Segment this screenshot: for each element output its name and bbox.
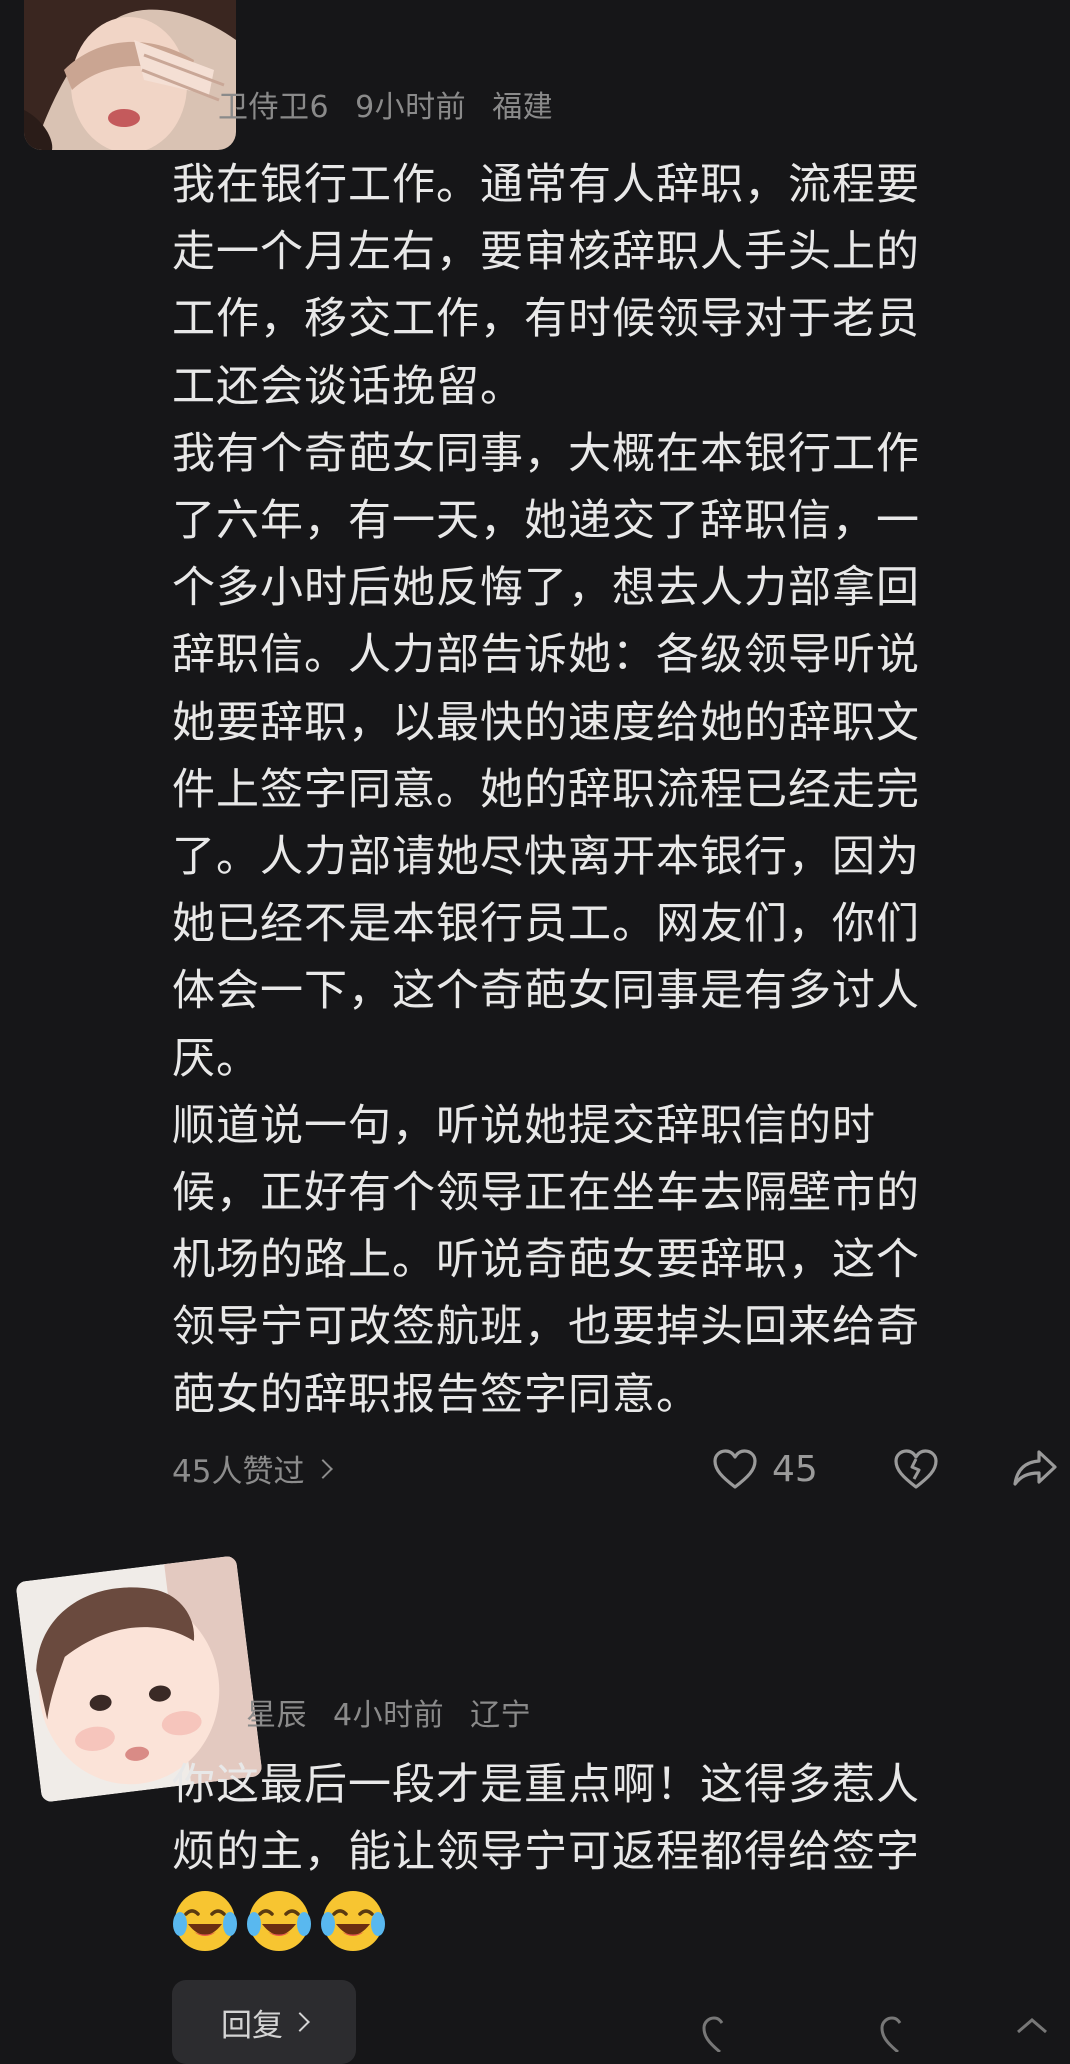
share-button[interactable] [1012,1448,1058,1488]
comment-meta: 卫侍卫6 9小时前 福建 [218,82,579,126]
text-line: 你这最后一段才是重点啊！这得多惹人 [172,1760,920,1810]
like-button[interactable]: 45 [712,1448,818,1490]
reply-label: 回复 [221,2007,283,2044]
partial-action-icons [702,2016,1047,2054]
chevron-right-icon [290,2012,310,2032]
text-line: 体会一下，这个奇葩女同事是有多讨人 [172,966,920,1017]
location: 福建 [492,90,554,125]
laughing-crying-emoji-icon [247,1891,311,1951]
username[interactable]: 卫侍卫6 [218,90,329,125]
text-line: 了六年，有一天，她递交了辞职信，一 [172,496,920,547]
avatar[interactable] [24,0,236,150]
dislike-button[interactable] [893,1448,939,1490]
location: 辽宁 [470,1698,532,1733]
text-line: 机场的路上。听说奇葩女要辞职，这个 [172,1235,920,1286]
timestamp: 9小时前 [355,90,467,125]
share-arrow-icon [1013,1450,1057,1486]
text-line: 厌。 [172,1033,260,1084]
comment-body: 我在银行工作。通常有人辞职，流程要 走一个月左右，要审核辞职人手头上的 工作，移… [172,152,920,1429]
text-line: 走一个月左右，要审核辞职人手头上的 [172,227,920,278]
text-line: 工还会谈话挽留。 [172,361,524,412]
timestamp: 4小时前 [333,1698,445,1733]
text-line: 领导宁可改签航班，也要掉头回来给奇 [172,1302,920,1353]
text-line: 我在银行工作。通常有人辞职，流程要 [172,160,920,210]
text-line: 辞职信。人力部告诉她：各级领导听说 [172,630,920,681]
comment-body: 你这最后一段才是重点啊！这得多惹人 烦的主，能让领导宁可返程都得给签字 [172,1752,920,1886]
comment-actions [700,2012,1070,2054]
text-line: 了。人力部请她尽快离开本银行，因为 [172,832,920,883]
text-line: 候，正好有个领导正在坐车去隔壁市的 [172,1168,920,1219]
text-line: 顺道说一句，听说她提交辞职信的时 [172,1100,876,1151]
text-line: 烦的主，能让领导宁可返程都得给签字 [172,1827,920,1878]
reply-button[interactable]: 回复 [172,1980,356,2064]
laughing-crying-emoji-icon [173,1891,237,1951]
text-line: 她要辞职，以最快的速度给她的辞职文 [172,697,920,748]
text-line: 我有个奇葩女同事，大概在本银行工作 [172,428,920,479]
text-line: 她已经不是本银行员工。网友们，你们 [172,899,920,950]
text-line: 个多小时后她反悔了，想去人力部拿回 [172,563,920,614]
likes-text: 45人赞过 [172,1454,305,1490]
emoji-row [172,1888,386,1954]
laughing-crying-emoji-icon [321,1891,385,1951]
username[interactable]: 星辰 [246,1698,307,1733]
text-line: 工作，移交工作，有时候领导对于老员 [172,294,920,345]
text-line: 件上签字同意。她的辞职流程已经走完 [172,764,920,815]
chevron-right-icon [313,1458,334,1479]
avatar-woman-image [24,0,236,150]
likes-summary[interactable]: 45人赞过 [172,1446,334,1491]
heart-icon [713,1449,757,1489]
broken-heart-icon [894,1449,938,1489]
comment-meta: 星辰 4小时前 辽宁 [246,1690,557,1734]
like-count: 45 [772,1448,818,1490]
text-line: 葩女的辞职报告签字同意。 [172,1369,700,1420]
